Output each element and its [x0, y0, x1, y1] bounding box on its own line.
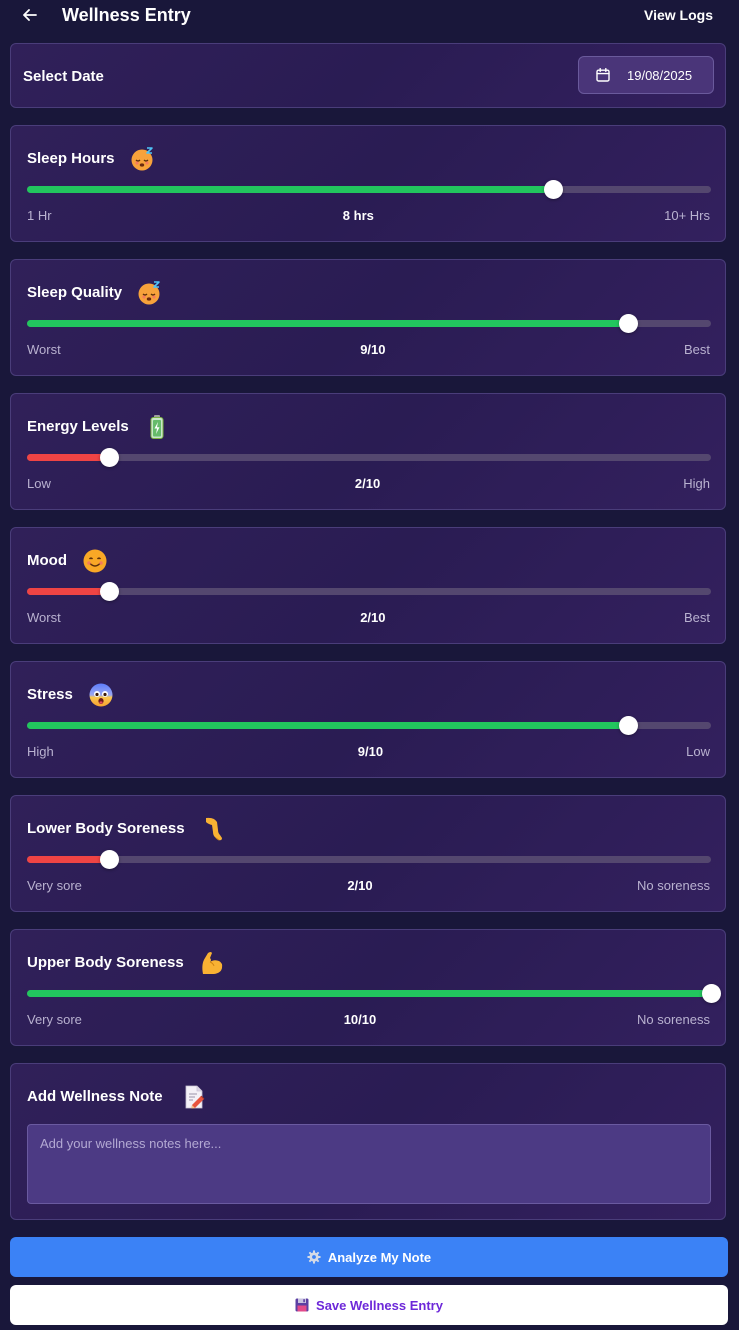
energy-levels-title: Energy Levels	[27, 418, 129, 435]
select-date-label: Select Date	[23, 68, 104, 85]
mood-min-label: Worst	[27, 610, 61, 625]
sleep-quality-slider-thumb[interactable]	[619, 314, 639, 333]
floppy-disk-icon	[295, 1298, 309, 1312]
energy-levels-slider[interactable]	[27, 448, 711, 467]
stress-value-label: 9/10	[357, 744, 384, 759]
sleep-hours-max-label: 10+ Hrs	[664, 208, 710, 223]
upper-body-soreness-title: Upper Body Soreness	[27, 954, 184, 971]
upper-body-soreness-slider[interactable]	[27, 984, 721, 1003]
sleeping-face-emoji	[130, 146, 154, 171]
stress-max-label: Low	[686, 744, 710, 759]
upper-body-soreness-min-label: Very sore	[27, 1012, 82, 1027]
analyze-note-label: Analyze My Note	[327, 1249, 432, 1265]
stress-card: Stress High 9/10 Low	[10, 661, 726, 778]
stress-title: Stress	[27, 686, 73, 703]
upper-body-soreness-card: Upper Body Soreness Very sore 10/10 No s…	[10, 929, 726, 1046]
lower-body-soreness-slider-fill	[27, 856, 110, 863]
smiling-face-emoji	[82, 548, 107, 573]
save-entry-label: Save Wellness Entry	[316, 1297, 443, 1313]
back-button[interactable]	[20, 4, 40, 26]
analyze-note-button[interactable]: Analyze My Note	[10, 1237, 728, 1277]
fearful-face-emoji	[88, 682, 113, 707]
upper-body-soreness-slider-fill	[27, 990, 711, 997]
page-title: Wellness Entry	[62, 5, 191, 25]
sleep-quality-value-label: 9/10	[360, 342, 386, 357]
date-picker-button[interactable]: 19/08/2025	[578, 56, 714, 94]
mood-title: Mood	[27, 552, 67, 569]
mood-slider[interactable]	[27, 582, 711, 601]
wellness-note-input[interactable]	[27, 1124, 711, 1204]
lower-body-soreness-slider[interactable]	[27, 850, 711, 869]
sleep-quality-max-label: Best	[683, 342, 710, 357]
gear-icon	[307, 1250, 321, 1264]
sleep-hours-slider[interactable]	[27, 180, 711, 199]
view-logs-link[interactable]: View Logs	[644, 7, 713, 23]
stress-min-label: High	[27, 744, 54, 759]
sleep-hours-min-label: 1 Hr	[27, 208, 52, 223]
sleep-hours-slider-thumb[interactable]	[544, 180, 564, 199]
mood-slider-fill	[27, 588, 110, 595]
save-entry-button[interactable]: Save Wellness Entry	[10, 1285, 728, 1325]
sleeping-face-emoji	[137, 280, 161, 305]
lower-body-soreness-max-label: No soreness	[637, 878, 710, 893]
lower-body-soreness-value-label: 2/10	[347, 878, 373, 893]
flexed-biceps-emoji	[199, 950, 223, 974]
upper-body-soreness-slider-thumb[interactable]	[701, 984, 721, 1003]
upper-body-soreness-max-label: No soreness	[637, 1012, 710, 1027]
stress-slider-fill	[27, 722, 629, 729]
sleep-quality-min-label: Worst	[27, 342, 61, 357]
sleep-hours-card: Sleep Hours 1 Hr 8 hrs 10+ Hrs	[10, 125, 726, 242]
energy-levels-slider-thumb[interactable]	[99, 448, 119, 467]
lower-body-soreness-min-label: Very sore	[27, 878, 82, 893]
wellness-note-section: Add Wellness Note	[10, 1063, 726, 1220]
mood-max-label: Best	[683, 610, 710, 625]
upper-body-soreness-value-label: 10/10	[343, 1012, 377, 1027]
energy-levels-card: Energy Levels Low 2/10 High	[10, 393, 726, 510]
date-value: 19/08/2025	[627, 67, 693, 83]
energy-levels-value-label: 2/10	[354, 476, 381, 491]
date-section: Select Date 19/08/2025	[10, 43, 726, 108]
lower-body-soreness-card: Lower Body Soreness Very sore 2/10 No so…	[10, 795, 726, 912]
energy-levels-min-label: Low	[27, 476, 51, 491]
sleep-quality-title: Sleep Quality	[27, 284, 123, 301]
calendar-icon	[596, 68, 610, 82]
energy-levels-max-label: High	[683, 476, 710, 491]
mood-value-label: 2/10	[360, 610, 386, 625]
stress-slider[interactable]	[27, 716, 711, 735]
sleep-quality-slider[interactable]	[27, 314, 711, 333]
sleep-quality-card: Sleep Quality Worst 9/10 Best	[10, 259, 726, 376]
arrow-left-icon	[23, 9, 37, 21]
battery-emoji	[144, 414, 168, 439]
sleep-hours-title: Sleep Hours	[27, 150, 115, 167]
header-bar: Wellness Entry View Logs	[0, 0, 739, 32]
mood-card: Mood Worst 2/10 Best	[10, 527, 726, 644]
energy-levels-slider-fill	[27, 454, 110, 461]
leg-emoji	[200, 816, 224, 841]
sleep-hours-slider-fill	[27, 186, 554, 193]
lower-body-soreness-slider-thumb[interactable]	[99, 850, 119, 869]
sleep-quality-slider-fill	[27, 320, 629, 327]
mood-slider-thumb[interactable]	[99, 582, 119, 601]
sleep-hours-value-label: 8 hrs	[342, 208, 374, 223]
note-title: Add Wellness Note	[27, 1088, 163, 1105]
memo-emoji	[182, 1085, 206, 1109]
lower-body-soreness-title: Lower Body Soreness	[27, 820, 185, 837]
stress-slider-thumb[interactable]	[619, 716, 639, 735]
